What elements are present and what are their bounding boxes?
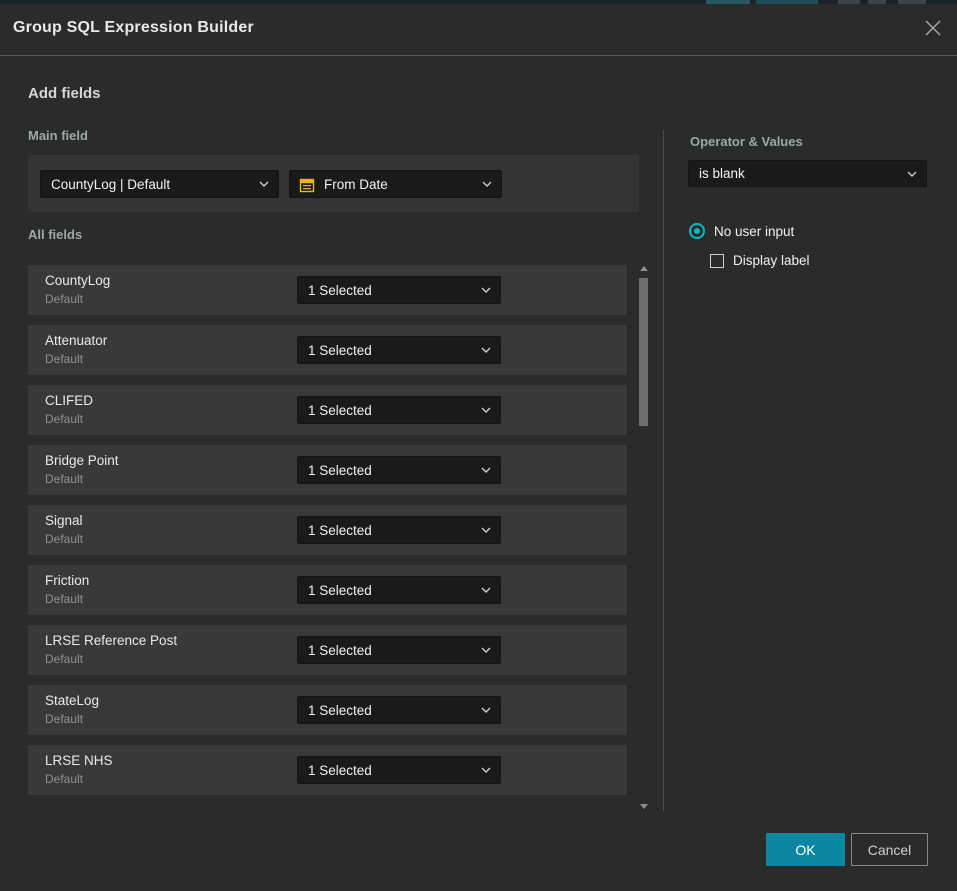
no-user-input-radio[interactable]: No user input (689, 223, 794, 239)
calendar-icon (299, 177, 315, 193)
checkbox-label: Display label (733, 253, 810, 268)
operator-value: is blank (699, 166, 745, 181)
field-row: LRSE NHS Default 1 Selected (28, 745, 627, 795)
field-selection-dropdown[interactable]: 1 Selected (297, 696, 501, 724)
checkbox-icon (710, 254, 724, 268)
field-name: LRSE Reference Post (45, 633, 177, 648)
field-name: CountyLog (45, 273, 110, 288)
field-selection-value: 1 Selected (308, 283, 372, 298)
dialog-title: Group SQL Expression Builder (13, 19, 254, 37)
chevron-down-icon (907, 171, 917, 177)
field-subtitle: Default (45, 592, 83, 606)
main-field-dropdown[interactable]: From Date (289, 170, 502, 198)
field-subtitle: Default (45, 772, 83, 786)
field-row: LRSE Reference Post Default 1 Selected (28, 625, 627, 675)
display-label-checkbox[interactable]: Display label (710, 253, 810, 268)
field-subtitle: Default (45, 712, 83, 726)
field-row: Bridge Point Default 1 Selected (28, 445, 627, 495)
field-selection-dropdown[interactable]: 1 Selected (297, 276, 501, 304)
scroll-down-arrow-icon[interactable] (640, 804, 648, 809)
main-field-container: CountyLog | Default From Date (28, 155, 639, 212)
cancel-button[interactable]: Cancel (851, 833, 928, 866)
panel-divider (663, 130, 664, 811)
field-name: Attenuator (45, 333, 107, 348)
chevron-down-icon (481, 647, 491, 653)
field-subtitle: Default (45, 472, 83, 486)
field-selection-value: 1 Selected (308, 343, 372, 358)
field-selection-dropdown[interactable]: 1 Selected (297, 396, 501, 424)
chevron-down-icon (481, 287, 491, 293)
field-row: Signal Default 1 Selected (28, 505, 627, 555)
radio-icon (689, 223, 705, 239)
add-fields-heading: Add fields (28, 85, 101, 102)
field-selection-value: 1 Selected (308, 703, 372, 718)
field-row: CountyLog Default 1 Selected (28, 265, 627, 315)
field-subtitle: Default (45, 412, 83, 426)
field-selection-dropdown[interactable]: 1 Selected (297, 576, 501, 604)
sql-expression-builder-dialog: Group SQL Expression Builder Add fields … (0, 4, 957, 891)
chevron-down-icon (481, 467, 491, 473)
radio-label: No user input (714, 224, 794, 239)
ok-button[interactable]: OK (766, 833, 845, 866)
chevron-down-icon (481, 767, 491, 773)
field-selection-value: 1 Selected (308, 523, 372, 538)
field-subtitle: Default (45, 352, 83, 366)
chevron-down-icon (481, 707, 491, 713)
main-source-value: CountyLog | Default (51, 177, 170, 192)
close-button[interactable] (923, 18, 943, 38)
close-icon (925, 20, 941, 36)
operator-values-heading: Operator & Values (690, 134, 803, 149)
operator-dropdown[interactable]: is blank (688, 160, 927, 187)
field-name: Signal (45, 513, 83, 528)
chevron-down-icon (481, 407, 491, 413)
field-selection-value: 1 Selected (308, 583, 372, 598)
field-name: LRSE NHS (45, 753, 113, 768)
field-selection-value: 1 Selected (308, 403, 372, 418)
all-fields-heading: All fields (28, 227, 82, 242)
field-subtitle: Default (45, 652, 83, 666)
chevron-down-icon (482, 181, 492, 187)
field-name: CLIFED (45, 393, 93, 408)
chevron-down-icon (481, 587, 491, 593)
all-fields-list: CountyLog Default 1 Selected Attenuator … (28, 265, 627, 805)
main-field-value: From Date (324, 177, 388, 192)
chevron-down-icon (259, 181, 269, 187)
field-selection-value: 1 Selected (308, 463, 372, 478)
field-selection-value: 1 Selected (308, 643, 372, 658)
main-field-heading: Main field (28, 128, 88, 143)
field-name: Bridge Point (45, 453, 119, 468)
chevron-down-icon (481, 527, 491, 533)
field-row: Friction Default 1 Selected (28, 565, 627, 615)
field-row: Attenuator Default 1 Selected (28, 325, 627, 375)
scroll-up-arrow-icon[interactable] (640, 266, 648, 271)
field-name: Friction (45, 573, 89, 588)
field-subtitle: Default (45, 292, 83, 306)
field-selection-dropdown[interactable]: 1 Selected (297, 636, 501, 664)
field-selection-dropdown[interactable]: 1 Selected (297, 456, 501, 484)
dialog-header: Group SQL Expression Builder (0, 4, 957, 56)
chevron-down-icon (481, 347, 491, 353)
field-selection-dropdown[interactable]: 1 Selected (297, 336, 501, 364)
field-selection-dropdown[interactable]: 1 Selected (297, 756, 501, 784)
field-selection-dropdown[interactable]: 1 Selected (297, 516, 501, 544)
main-source-dropdown[interactable]: CountyLog | Default (40, 170, 279, 198)
field-name: StateLog (45, 693, 99, 708)
field-row: CLIFED Default 1 Selected (28, 385, 627, 435)
field-selection-value: 1 Selected (308, 763, 372, 778)
list-scrollbar[interactable] (639, 264, 649, 811)
scrollbar-thumb[interactable] (639, 278, 648, 426)
field-row: StateLog Default 1 Selected (28, 685, 627, 735)
field-subtitle: Default (45, 532, 83, 546)
